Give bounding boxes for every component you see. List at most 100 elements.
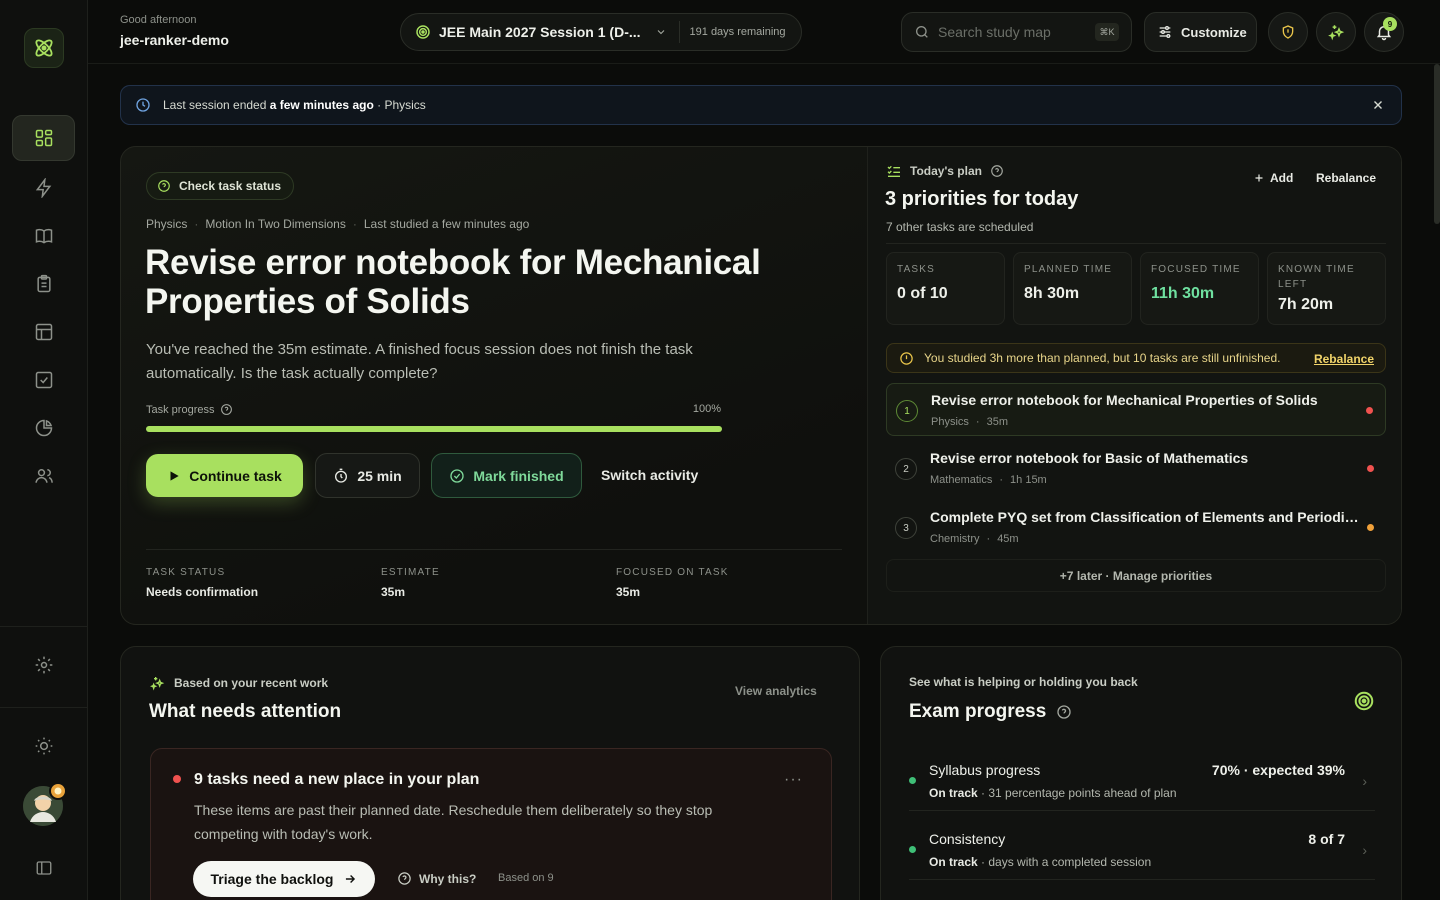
chip-label: Check task status <box>179 179 282 193</box>
task-item-title: Revise error notebook for Mechanical Pro… <box>931 392 1318 408</box>
nav-community[interactable] <box>12 453 75 499</box>
nav-syllabus[interactable] <box>12 213 75 259</box>
priority-task-item[interactable]: 3 Complete PYQ set from Classification of… <box>886 501 1386 554</box>
atom-icon <box>35 39 53 57</box>
continue-label: Continue task <box>189 467 282 484</box>
help-circle-icon[interactable] <box>220 403 233 416</box>
avatar[interactable] <box>23 782 67 826</box>
alert-menu-button[interactable]: ··· <box>784 771 803 789</box>
chevron-down-icon <box>657 30 664 35</box>
last-studied: Last studied a few minutes ago <box>363 217 530 231</box>
nav-settings[interactable] <box>12 642 75 688</box>
manage-priorities-link[interactable]: +7 later · Manage priorities <box>886 559 1386 592</box>
help-circle-icon[interactable] <box>1056 704 1072 720</box>
ai-assistant-button[interactable] <box>1316 12 1356 52</box>
view-analytics-link[interactable]: View analytics <box>735 684 817 698</box>
priority-task-item[interactable]: 1 Revise error notebook for Mechanical Pr… <box>886 383 1386 436</box>
stat-task-status: TASK STATUS Needs confirmation <box>146 567 258 599</box>
task-description: You've reached the 35m estimate. A finis… <box>146 341 693 382</box>
triage-label: Triage the backlog <box>210 871 334 887</box>
continue-task-button[interactable]: Continue task <box>146 454 303 497</box>
users-icon <box>34 469 53 483</box>
nav-tests[interactable] <box>12 357 75 403</box>
app-logo[interactable] <box>24 28 64 68</box>
theme-toggle[interactable] <box>12 723 75 769</box>
customize-button[interactable]: Customize <box>1144 12 1257 52</box>
stat-estimate: ESTIMATE 35m <box>381 567 440 599</box>
check-circle-icon <box>450 468 465 483</box>
sidebar-panel-icon <box>36 861 51 875</box>
switch-activity-button[interactable]: Switch activity <box>601 467 698 483</box>
task-item-title: Revise error notebook for Basic of Mathe… <box>930 450 1249 466</box>
progress-metric-row[interactable]: Consistency 8 of 7 On track · days with a … <box>909 818 1375 880</box>
priority-dot <box>1367 465 1374 472</box>
notifications-button[interactable]: 9 <box>1364 12 1404 52</box>
rebalance-button[interactable]: Rebalance <box>1316 171 1376 185</box>
exam-selector[interactable]: JEE Main 2027 Session 1 (D-... 191 days … <box>400 13 802 51</box>
tile-value: 0 of 10 <box>897 285 948 302</box>
task-number: 2 <box>895 458 917 480</box>
task-status-chip[interactable]: Check task status <box>146 172 295 200</box>
nav-tasks[interactable] <box>12 261 75 307</box>
exam-title: JEE Main 2027 Session 1 (D-... <box>439 24 641 40</box>
sidebar-divider <box>0 707 88 708</box>
chevron-right-icon: › <box>1362 773 1367 789</box>
metric-status-label: On track <box>929 855 978 869</box>
streak-badge <box>49 782 67 800</box>
alert-dot <box>173 775 181 783</box>
tile-value: 8h 30m <box>1024 285 1080 302</box>
shield-button[interactable] <box>1268 12 1308 52</box>
arrow-right-icon <box>346 875 356 883</box>
breadcrumb: Physics · Motion In Two Dimensions · Las… <box>146 217 529 231</box>
scrollbar[interactable] <box>1434 64 1440 224</box>
task-item-meta: Physics · 35m <box>931 416 1008 428</box>
close-banner-button[interactable] <box>1371 98 1385 115</box>
status-dot <box>909 777 916 784</box>
exam-progress-title: Exam progress <box>909 701 1072 723</box>
separator: · <box>352 217 357 231</box>
task-item-duration: 1h 15m <box>1010 474 1047 486</box>
attention-title: What needs attention <box>149 701 342 722</box>
metric-detail: · days with a completed session <box>981 855 1152 869</box>
metric-title: Consistency <box>929 831 1006 847</box>
why-this-button[interactable]: Why this? <box>397 871 476 886</box>
add-task-button[interactable]: Add <box>1253 171 1293 185</box>
progress-fill <box>146 426 722 432</box>
plan-subtitle: 7 other tasks are scheduled <box>886 220 1034 234</box>
nav-focus[interactable] <box>12 165 75 211</box>
task-item-subject: Physics <box>931 416 969 428</box>
search-input[interactable] <box>938 24 1088 40</box>
breadcrumb-subject[interactable]: Physics <box>146 217 187 231</box>
separator: · <box>999 474 1004 486</box>
top-bar: Good afternoon jee-ranker-demo JEE Main … <box>88 0 1440 64</box>
mark-finished-button[interactable]: Mark finished <box>431 453 582 498</box>
current-task: Check task status Physics · Motion In Tw… <box>121 147 867 624</box>
priority-task-item[interactable]: 2 Revise error notebook for Basic of Math… <box>886 442 1386 495</box>
nav-analytics[interactable] <box>12 405 75 451</box>
task-item-duration: 45m <box>997 533 1019 545</box>
clock-icon <box>136 98 150 112</box>
tile-tasks: TASKS 0 of 10 <box>886 252 1005 325</box>
nav-planner[interactable] <box>12 309 75 355</box>
search-box[interactable]: ⌘K <box>901 12 1132 52</box>
help-circle-icon[interactable] <box>990 164 1004 178</box>
todays-plan: Today's plan Add Rebalance 3 priorities … <box>867 147 1401 624</box>
triage-backlog-button[interactable]: Triage the backlog <box>193 861 375 897</box>
shield-icon <box>1282 25 1294 39</box>
customize-label: Customize <box>1181 24 1247 40</box>
sidebar-divider <box>0 626 88 627</box>
search-shortcut: ⌘K <box>1095 23 1119 41</box>
username: jee-ranker-demo <box>120 32 229 48</box>
plan-header: Today's plan <box>886 163 1004 179</box>
progress-metric-row[interactable]: Syllabus progress 70% · expected 39% On tr… <box>909 749 1375 811</box>
greeting-text: Good afternoon <box>120 14 197 26</box>
collapse-sidebar-button[interactable] <box>12 845 75 891</box>
banner-suffix: · Physics <box>377 98 426 112</box>
breadcrumb-chapter[interactable]: Motion In Two Dimensions <box>205 217 346 231</box>
help-circle-icon <box>158 180 170 192</box>
timer-duration-button[interactable]: 25 min <box>315 453 420 498</box>
metric-status: On track · days with a completed session <box>929 855 1151 869</box>
warning-rebalance-link[interactable]: Rebalance <box>1314 352 1374 366</box>
sliders-icon <box>1159 26 1171 38</box>
nav-dashboard[interactable] <box>12 115 75 161</box>
